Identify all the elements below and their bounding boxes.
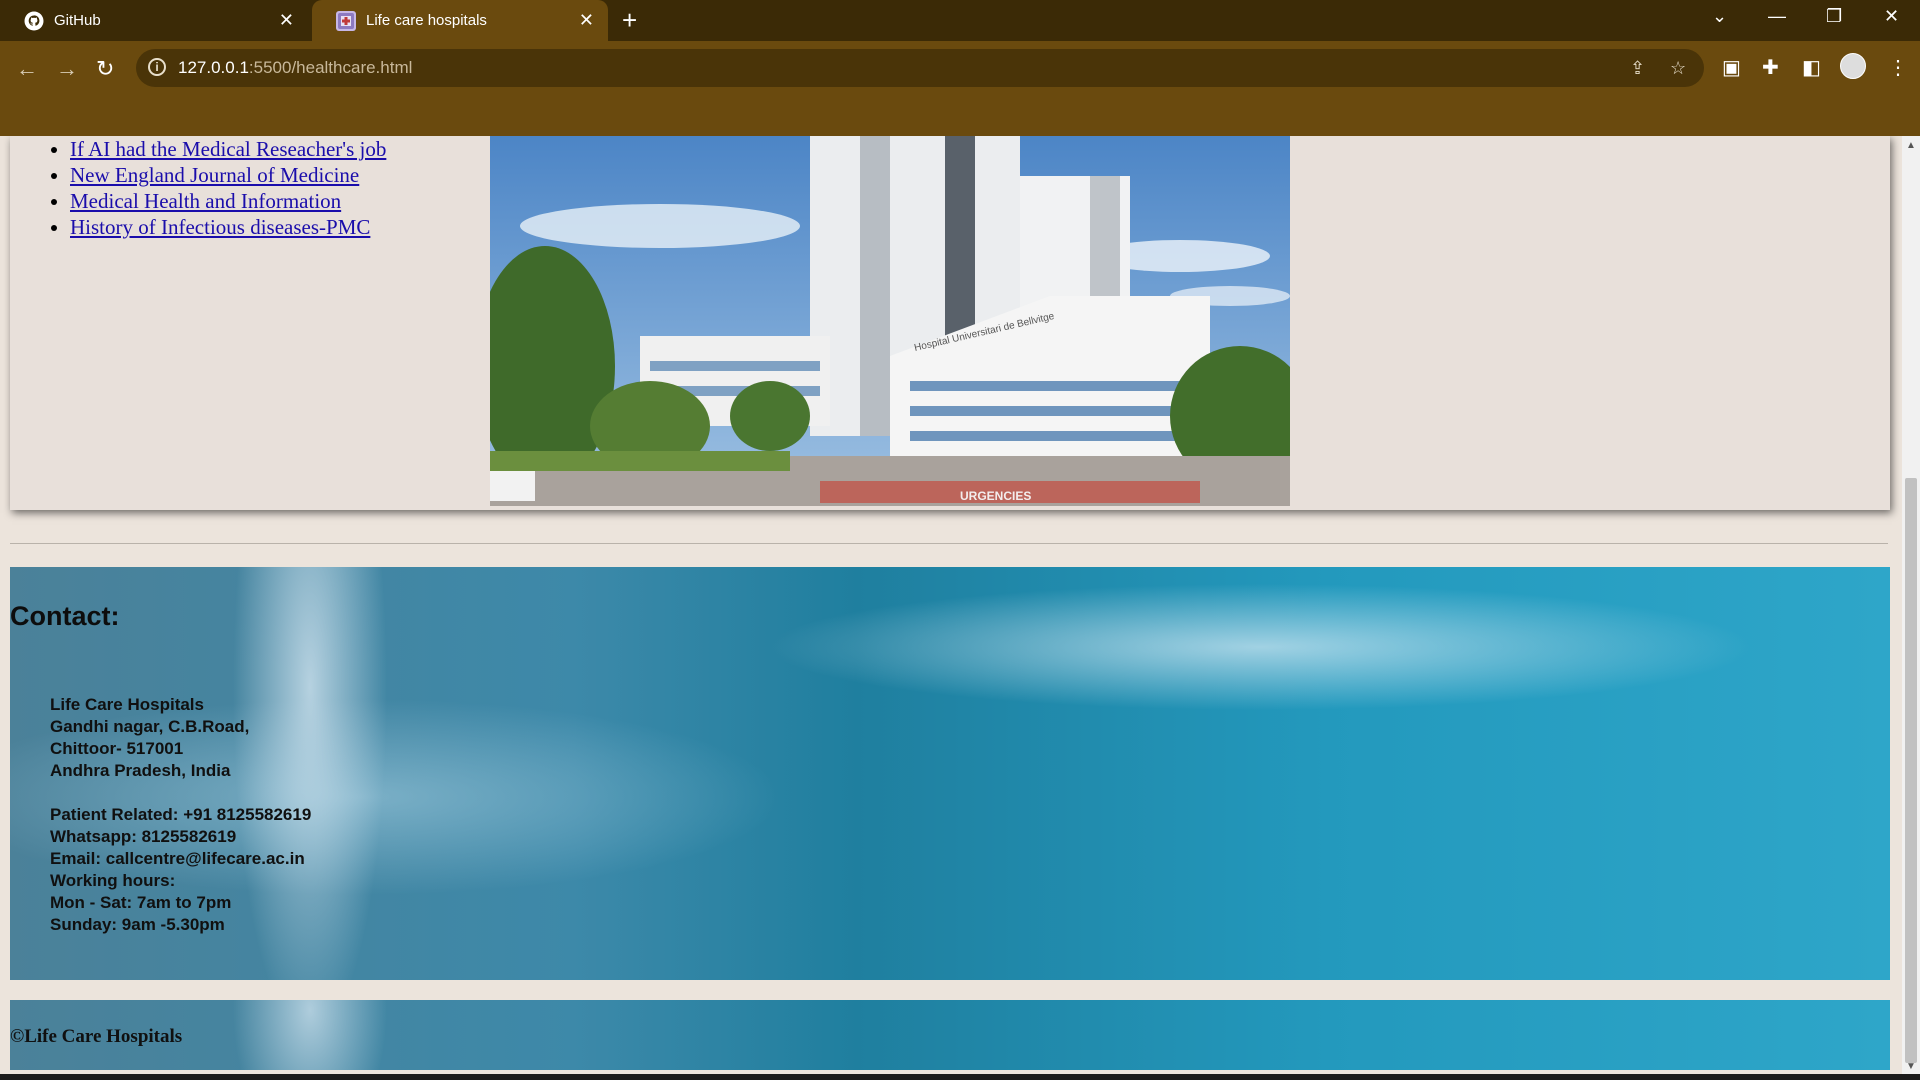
tab-strip: GitHub ✕ Life care hospitals ✕ + ⌄ — ❐ ✕ <box>0 0 1920 41</box>
resources-section: If AI had the Medical Reseacher's job Ne… <box>10 136 1890 510</box>
contact-line: Email: callcentre@lifecare.ac.in <box>50 849 305 868</box>
site-info-icon[interactable]: i <box>148 58 166 76</box>
contact-line: Patient Related: +91 8125582619 <box>50 805 312 824</box>
scroll-up-icon[interactable]: ▲ <box>1906 140 1916 151</box>
extension-icon[interactable]: ▣ <box>1722 55 1741 80</box>
page-favicon-icon <box>336 10 356 31</box>
tab-title: GitHub <box>54 12 101 29</box>
contact-details: Life Care Hospitals Gandhi nagar, C.B.Ro… <box>50 694 311 936</box>
share-icon[interactable]: ⇪ <box>1630 58 1645 79</box>
list-item: History of Infectious diseases-PMC <box>70 214 410 240</box>
window-bottom-edge <box>0 1074 1920 1080</box>
copyright-text: ©Life Care Hospitals <box>10 1026 183 1047</box>
new-tab-icon[interactable]: + <box>622 7 637 33</box>
contact-line: Whatsapp: 8125582619 <box>50 827 237 846</box>
contact-line: Life Care Hospitals <box>50 695 204 714</box>
section-divider <box>10 543 1888 544</box>
address-url[interactable]: 127.0.0.1:5500/healthcare.html <box>178 58 412 78</box>
contact-section: Contact: Life Care Hospitals Gandhi naga… <box>10 567 1890 980</box>
ground-marking-text: URGENCIES <box>960 489 1031 503</box>
hospital-image: Hospital Universitari de Bellvitge URGEN… <box>490 136 1290 506</box>
resource-links: If AI had the Medical Reseacher's job Ne… <box>46 136 410 240</box>
list-item: Medical Health and Information <box>70 188 410 214</box>
side-panel-icon[interactable]: ◧ <box>1802 55 1821 80</box>
tab-title: Life care hospitals <box>366 12 487 29</box>
back-icon[interactable]: ← <box>16 56 38 82</box>
contact-line: Gandhi nagar, C.B.Road, <box>50 717 250 736</box>
contact-line-spacer <box>50 782 311 804</box>
list-item: If AI had the Medical Reseacher's job <box>70 136 410 162</box>
page-viewport: If AI had the Medical Reseacher's job Ne… <box>0 136 1902 1080</box>
browser-toolbar: ← → ↻ i 127.0.0.1:5500/healthcare.html ⇪… <box>0 41 1920 136</box>
list-item: New England Journal of Medicine <box>70 162 410 188</box>
resource-link[interactable]: New England Journal of Medicine <box>70 163 359 187</box>
contact-line: Sunday: 9am -5.30pm <box>50 915 225 934</box>
minimize-icon[interactable]: — <box>1768 6 1786 27</box>
profile-avatar[interactable] <box>1840 53 1866 79</box>
tab-github[interactable]: GitHub ✕ <box>0 0 308 41</box>
close-tab-icon[interactable]: ✕ <box>279 10 294 31</box>
github-icon <box>24 11 44 31</box>
tab-search-icon[interactable]: ⌄ <box>1712 6 1727 27</box>
resource-link[interactable]: If AI had the Medical Reseacher's job <box>70 137 386 161</box>
tab-life-care[interactable]: Life care hospitals ✕ <box>312 0 608 41</box>
page-scrollbar[interactable]: ▲ ▼ <box>1902 136 1920 1080</box>
scrollbar-thumb[interactable] <box>1905 478 1917 1063</box>
close-tab-icon[interactable]: ✕ <box>579 10 594 31</box>
contact-line: Chittoor- 517001 <box>50 739 184 758</box>
page-footer: ©Life Care Hospitals <box>10 1000 1890 1070</box>
extensions-puzzle-icon[interactable]: ✚ <box>1762 55 1779 80</box>
reload-icon[interactable]: ↻ <box>96 56 114 82</box>
close-window-icon[interactable]: ✕ <box>1884 6 1899 27</box>
address-bar[interactable]: i 127.0.0.1:5500/healthcare.html ⇪ ☆ <box>136 49 1704 87</box>
resource-link[interactable]: History of Infectious diseases-PMC <box>70 215 370 239</box>
contact-line: Mon - Sat: 7am to 7pm <box>50 893 232 912</box>
scroll-down-icon[interactable]: ▼ <box>1906 1061 1916 1072</box>
menu-kebab-icon[interactable]: ⋮ <box>1888 55 1908 80</box>
contact-heading: Contact: <box>10 601 120 631</box>
bookmark-star-icon[interactable]: ☆ <box>1670 58 1686 79</box>
forward-icon[interactable]: → <box>56 56 78 82</box>
contact-line: Andhra Pradesh, India <box>50 761 231 780</box>
resource-link[interactable]: Medical Health and Information <box>70 189 341 213</box>
contact-line: Working hours: <box>50 871 176 890</box>
restore-icon[interactable]: ❐ <box>1826 6 1842 27</box>
